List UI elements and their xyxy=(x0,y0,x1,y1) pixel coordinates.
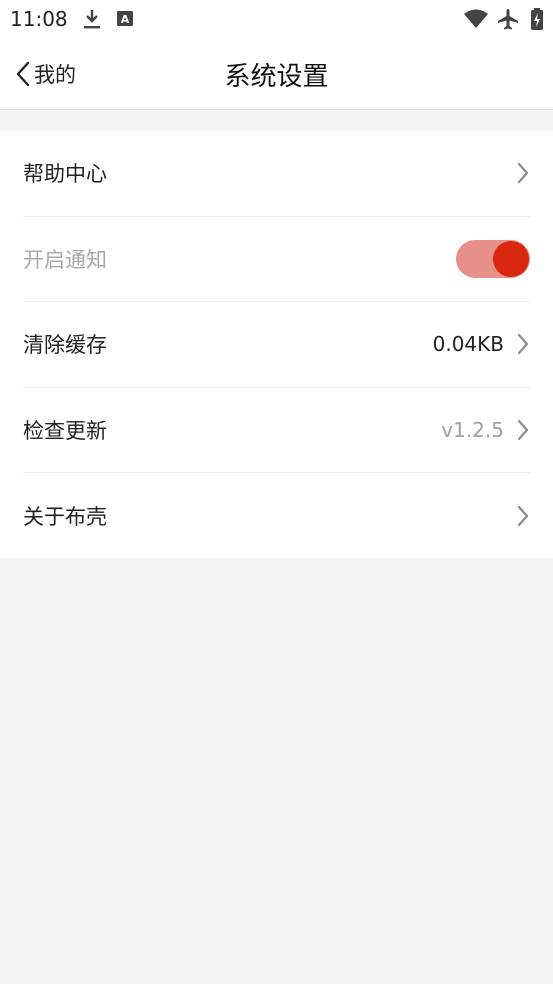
status-time: 11:08 xyxy=(10,7,68,31)
app-version: v1.2.5 xyxy=(441,418,504,443)
settings-item-label: 清除缓存 xyxy=(23,333,107,358)
settings-item-check-update[interactable]: 检查更新 v1.2.5 xyxy=(23,388,530,474)
a-badge-icon: A xyxy=(117,11,133,26)
settings-item-clear-cache[interactable]: 清除缓存 0.04KB xyxy=(23,302,530,388)
cache-size: 0.04KB xyxy=(432,332,504,357)
status-bar: 11:08 A xyxy=(0,0,553,38)
chevron-right-icon xyxy=(517,419,529,441)
settings-item-label: 检查更新 xyxy=(23,419,107,444)
chevron-right-icon xyxy=(517,506,529,527)
battery-charging-icon xyxy=(531,8,543,30)
settings-item-help-center[interactable]: 帮助中心 xyxy=(23,131,530,217)
page-title: 系统设置 xyxy=(224,62,329,92)
toggle-knob xyxy=(493,240,529,277)
notification-toggle[interactable] xyxy=(456,239,530,278)
settings-item-notifications: 开启通知 xyxy=(23,217,530,303)
settings-item-label: 帮助中心 xyxy=(23,162,107,187)
airplane-mode-icon xyxy=(498,9,518,30)
settings-item-label: 关于布壳 xyxy=(23,505,107,530)
wifi-icon xyxy=(464,9,488,28)
download-icon xyxy=(84,10,100,29)
chevron-right-icon xyxy=(517,334,529,355)
settings-item-about[interactable]: 关于布壳 xyxy=(23,473,530,559)
settings-list: 帮助中心 开启通知 清除缓存 0.04KB 检查更新 v1.2.5 关于布壳 xyxy=(0,131,553,558)
settings-item-label: 开启通知 xyxy=(23,247,107,272)
svg-text:A: A xyxy=(121,13,130,26)
nav-bar: 我的 系统设置 xyxy=(0,38,553,110)
chevron-right-icon xyxy=(517,163,529,184)
